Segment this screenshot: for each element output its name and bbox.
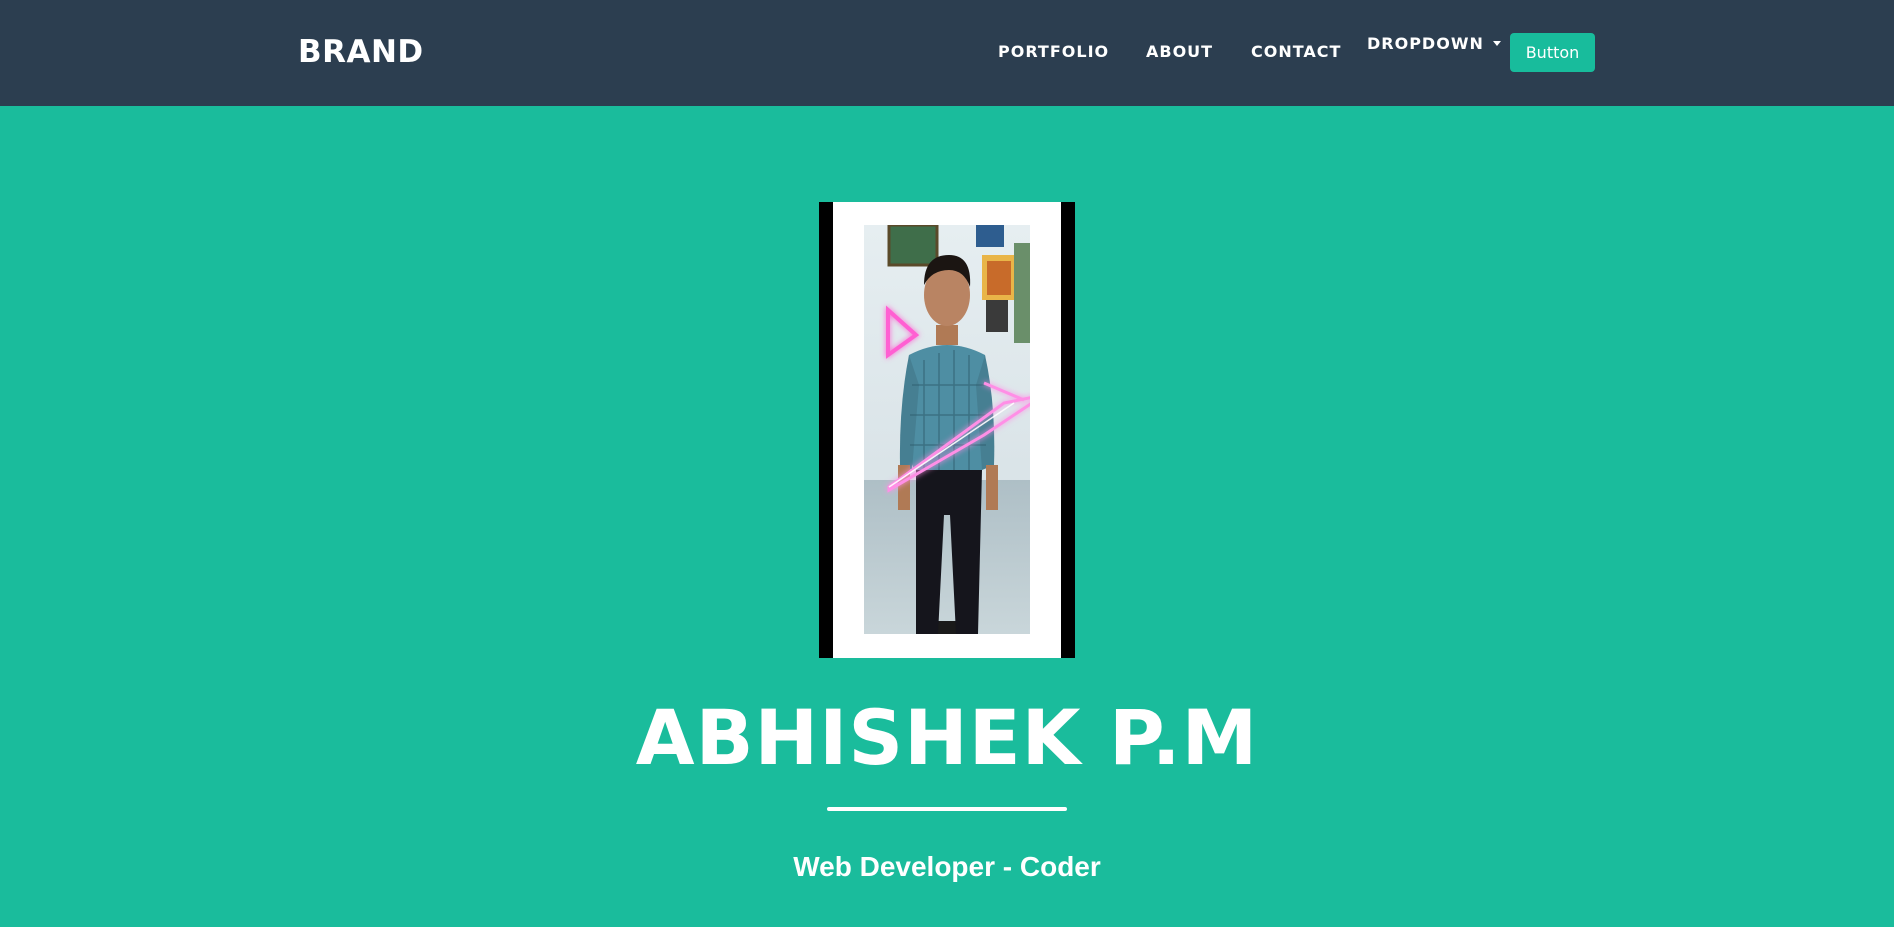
hero-tagline: Web Developer - Coder [793, 851, 1101, 882]
nav-link-contact[interactable]: CONTACT [1251, 42, 1341, 62]
avatar-mat [833, 202, 1061, 658]
nav-link-about[interactable]: ABOUT [1146, 42, 1213, 62]
hero-section: ABHISHEK P.M Web Developer - Coder [0, 106, 1894, 927]
brand-logo[interactable]: BRAND [298, 34, 424, 70]
hero-name: ABHISHEK P.M [635, 693, 1259, 782]
hero-divider [827, 807, 1067, 811]
nav-button[interactable]: Button [1510, 33, 1595, 72]
nav-link-portfolio[interactable]: PORTFOLIO [998, 42, 1109, 62]
avatar-frame [819, 202, 1075, 658]
navbar: BRAND PORTFOLIO ABOUT CONTACT DROPDOWN B… [0, 0, 1894, 106]
caret-down-icon[interactable] [1493, 41, 1501, 46]
nav-dropdown-toggle[interactable]: DROPDOWN [1367, 34, 1484, 54]
avatar-photo [864, 225, 1030, 634]
